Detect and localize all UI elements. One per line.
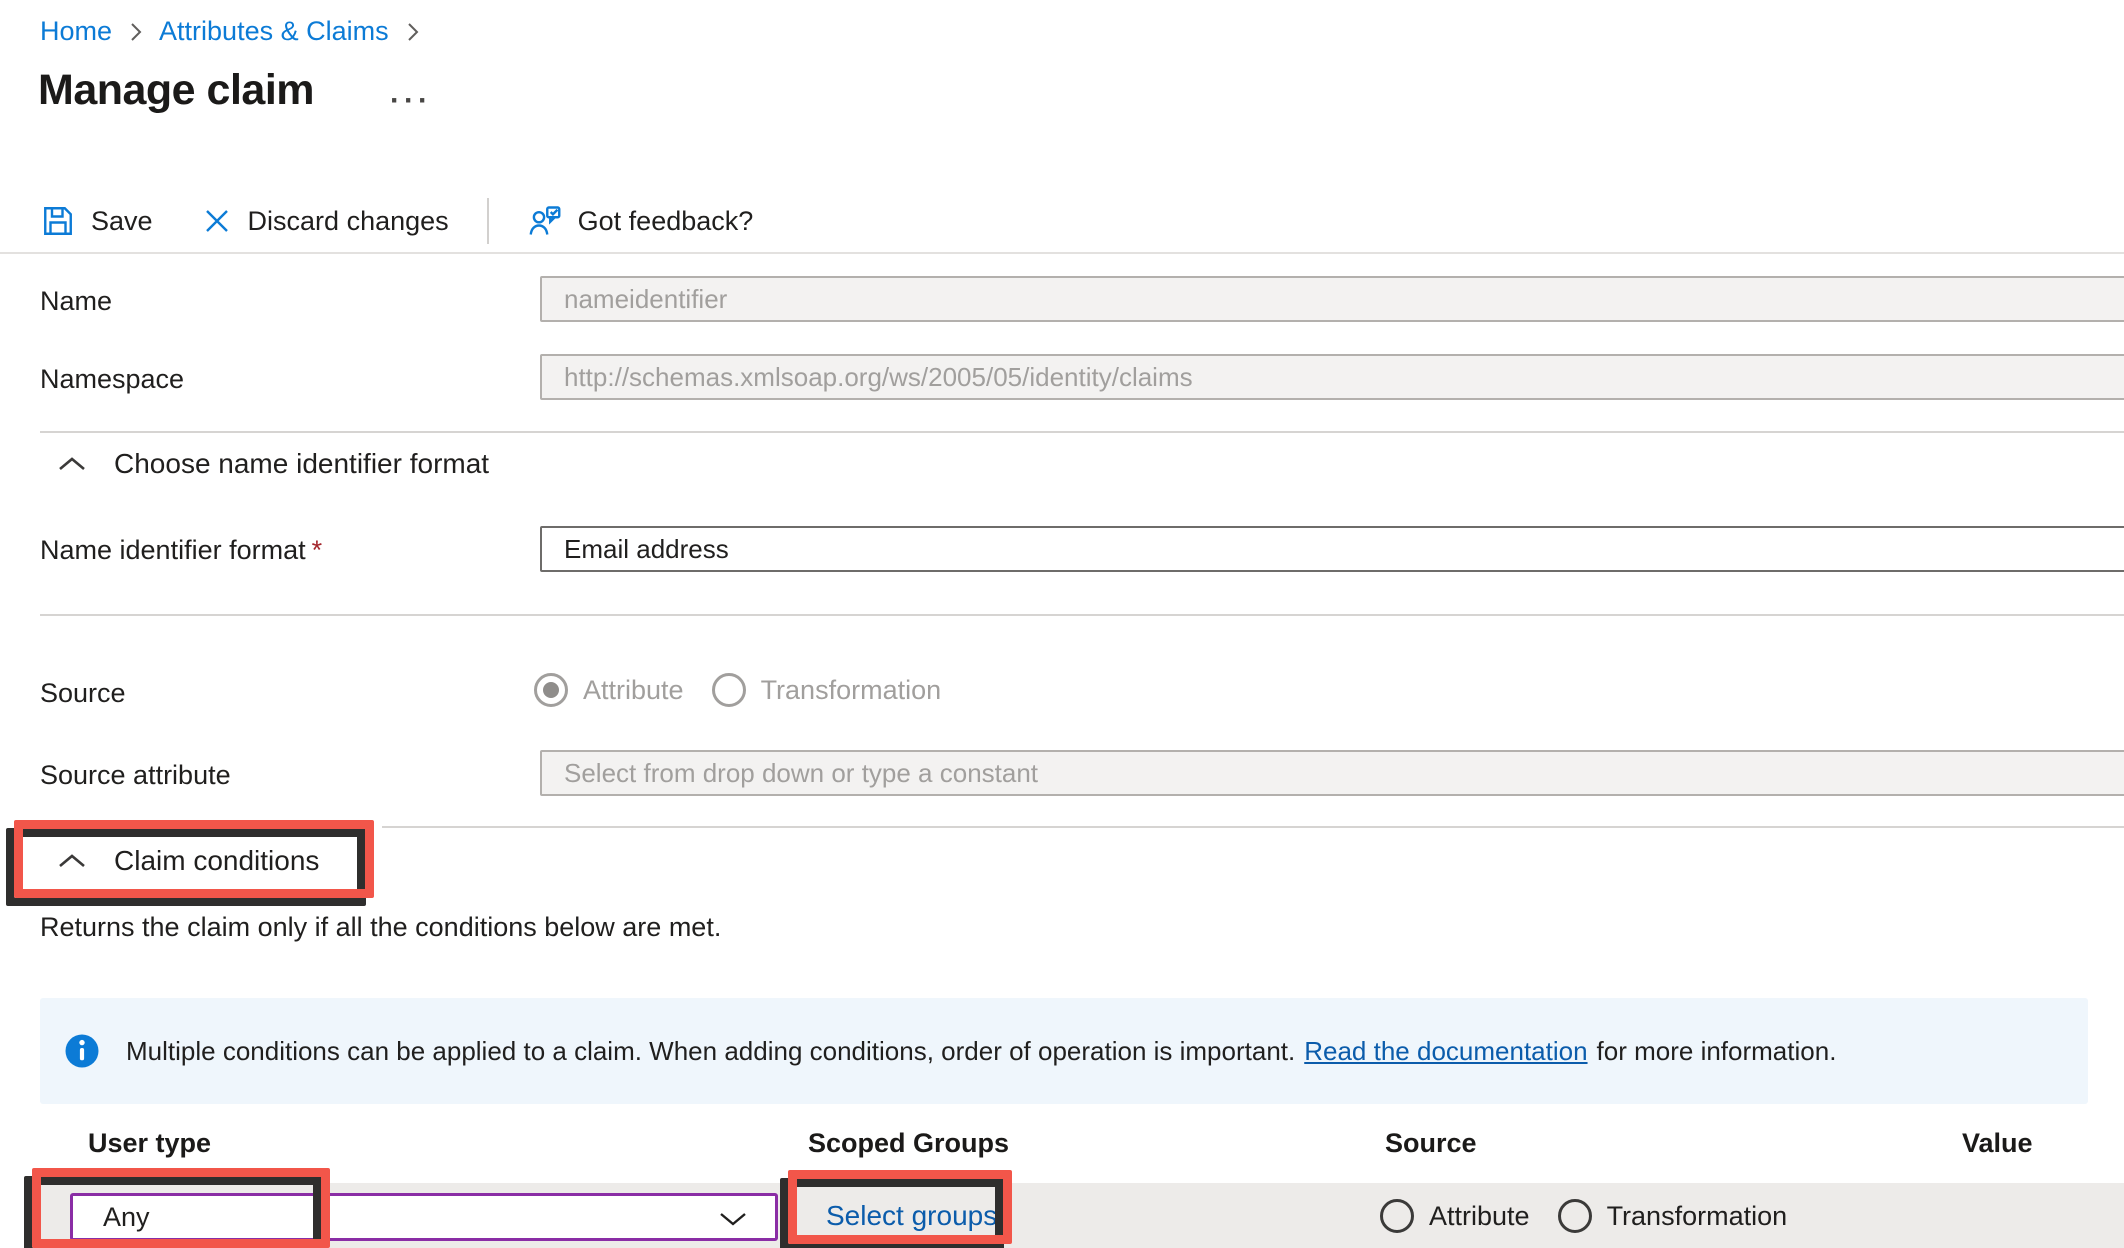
name-input: nameidentifier: [540, 276, 2124, 322]
radio-unselected-icon: [712, 673, 746, 707]
condition-radio-attribute[interactable]: Attribute: [1380, 1199, 1530, 1233]
save-button[interactable]: Save: [40, 203, 153, 239]
claim-conditions-description: Returns the claim only if all the condit…: [40, 912, 721, 943]
claim-conditions-title: Claim conditions: [114, 845, 319, 877]
column-header-user-type: User type: [88, 1128, 211, 1159]
section-divider: [40, 431, 2124, 433]
got-feedback-button[interactable]: Got feedback?: [527, 203, 754, 239]
source-radio-group: Attribute Transformation: [534, 666, 941, 714]
chevron-right-icon: [128, 20, 143, 44]
command-bar: Save Discard changes Got feedback?: [40, 196, 753, 246]
section-toggle-name-identifier-format[interactable]: Choose name identifier format: [56, 448, 489, 480]
radio-unselected-icon: [1380, 1199, 1414, 1233]
source-attribute-label: Source attribute: [40, 760, 231, 791]
chevron-down-icon: [717, 1210, 749, 1228]
command-bar-divider: [0, 252, 2124, 254]
more-options-button[interactable]: ···: [390, 84, 432, 118]
section-toggle-claim-conditions[interactable]: Claim conditions: [56, 845, 319, 877]
radio-transformation: Transformation: [712, 673, 942, 707]
namespace-input: http://schemas.xmlsoap.org/ws/2005/05/id…: [540, 354, 2124, 400]
radio-transformation-label: Transformation: [761, 675, 942, 706]
condition-source-radio-group: Attribute Transformation: [1380, 1192, 1787, 1240]
column-header-scoped-groups: Scoped Groups: [808, 1128, 1009, 1159]
toolbar-divider: [487, 198, 489, 244]
section-divider: [40, 614, 2124, 616]
name-label: Name: [40, 286, 112, 317]
feedback-icon: [527, 203, 563, 239]
name-identifier-format-combobox[interactable]: Email address: [540, 526, 2124, 572]
user-type-value: Any: [103, 1202, 150, 1233]
source-label: Source: [40, 678, 126, 709]
name-identifier-format-label: Name identifier format*: [40, 535, 322, 566]
save-label: Save: [91, 206, 153, 237]
chevron-up-icon: [56, 852, 88, 870]
breadcrumb: Home Attributes & Claims: [40, 16, 420, 47]
x-icon: [201, 205, 233, 237]
got-feedback-label: Got feedback?: [578, 206, 754, 237]
radio-attribute: Attribute: [534, 673, 684, 707]
save-icon: [40, 203, 76, 239]
discard-changes-button[interactable]: Discard changes: [201, 205, 449, 237]
user-type-select[interactable]: Any: [70, 1193, 778, 1241]
radio-attribute-label: Attribute: [583, 675, 684, 706]
breadcrumb-link-attributes-claims[interactable]: Attributes & Claims: [159, 16, 389, 47]
column-header-value: Value: [1962, 1128, 2033, 1159]
source-attribute-input: Select from drop down or type a constant: [540, 750, 2124, 796]
condition-radio-transformation-label: Transformation: [1607, 1201, 1788, 1232]
column-header-source: Source: [1385, 1128, 1477, 1159]
info-banner: Multiple conditions can be applied to a …: [40, 998, 2088, 1104]
radio-unselected-icon: [1558, 1199, 1592, 1233]
page-title: Manage claim: [38, 66, 314, 115]
read-documentation-link[interactable]: Read the documentation: [1304, 1036, 1587, 1066]
condition-radio-attribute-label: Attribute: [1429, 1201, 1530, 1232]
required-asterisk: *: [312, 535, 323, 565]
section-title: Choose name identifier format: [114, 448, 489, 480]
condition-radio-transformation[interactable]: Transformation: [1558, 1199, 1788, 1233]
section-divider: [382, 826, 2124, 828]
discard-changes-label: Discard changes: [248, 206, 449, 237]
chevron-right-icon: [405, 20, 420, 44]
breadcrumb-link-home[interactable]: Home: [40, 16, 112, 47]
info-banner-text: Multiple conditions can be applied to a …: [126, 1036, 1836, 1067]
namespace-label: Namespace: [40, 364, 184, 395]
radio-selected-icon: [534, 673, 568, 707]
info-icon: [64, 1033, 100, 1069]
chevron-up-icon: [56, 455, 88, 473]
select-groups-link[interactable]: Select groups: [826, 1200, 997, 1232]
